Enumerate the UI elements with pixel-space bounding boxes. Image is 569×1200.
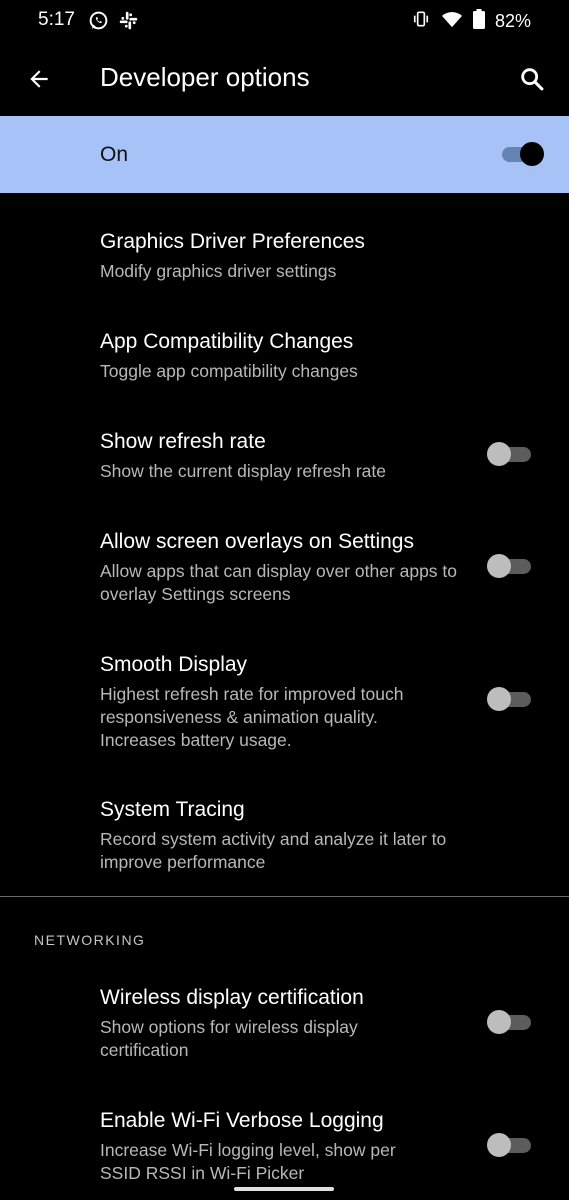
item-subtitle: Increase Wi-Fi logging level, show per S… [100,1140,396,1183]
section-divider [0,896,569,897]
slack-icon [118,10,139,36]
page-title: Developer options [100,62,310,92]
item-title: Allow screen overlays on Settings [100,530,414,553]
item-title: Wireless display certification [100,986,364,1009]
section-header-networking: NETWORKING [34,932,146,948]
item-subtitle: Show the current display refresh rate [100,461,386,481]
app-bar: Developer options [0,42,569,116]
search-icon [521,68,544,91]
back-button[interactable] [22,62,56,96]
setting-graphics-driver-preferences[interactable]: Graphics Driver Preferences Modify graph… [0,230,569,290]
status-bar: 5:17 82% [0,0,569,42]
setting-wifi-verbose-logging[interactable]: Enable Wi-Fi Verbose Logging Increase Wi… [0,1109,569,1189]
system-icons: 82% [411,9,531,34]
item-subtitle: Show options for wireless display certif… [100,1017,358,1060]
allow-screen-overlays-toggle[interactable] [487,552,533,580]
item-title: Smooth Display [100,653,248,676]
item-subtitle: Toggle app compatibility changes [100,361,358,381]
item-subtitle: Highest refresh rate for improved touch … [100,684,404,750]
setting-wireless-display-certification[interactable]: Wireless display certification Show opti… [0,986,569,1066]
setting-show-refresh-rate[interactable]: Show refresh rate Show the current displ… [0,430,569,490]
item-subtitle: Allow apps that can display over other a… [100,561,458,604]
master-toggle[interactable] [498,140,544,168]
item-subtitle: Record system activity and analyze it la… [100,829,447,872]
whatsapp-icon [88,10,109,36]
master-switch-label: On [100,143,129,166]
item-title: Enable Wi-Fi Verbose Logging [100,1109,384,1132]
show-refresh-rate-toggle[interactable] [487,440,533,468]
setting-app-compatibility-changes[interactable]: App Compatibility Changes Toggle app com… [0,330,569,390]
item-title: System Tracing [100,798,245,821]
item-title: App Compatibility Changes [100,330,354,353]
item-title: Graphics Driver Preferences [100,230,365,253]
setting-smooth-display[interactable]: Smooth Display Highest refresh rate for … [0,653,569,753]
search-button[interactable] [515,62,549,96]
vibrate-icon [411,9,431,34]
master-switch-bar[interactable]: On [0,116,569,193]
notification-icons [88,10,139,36]
wifi-verbose-logging-toggle[interactable] [487,1131,533,1159]
setting-system-tracing[interactable]: System Tracing Record system activity an… [0,798,569,878]
item-subtitle: Modify graphics driver settings [100,261,337,281]
smooth-display-toggle[interactable] [487,685,533,713]
item-title: Show refresh rate [100,430,266,453]
wifi-icon [441,9,463,34]
status-time: 5:17 [38,9,75,30]
battery-icon [472,9,485,34]
back-arrow-icon [30,70,48,88]
battery-percent: 82% [494,11,531,31]
wireless-display-certification-toggle[interactable] [487,1008,533,1036]
gesture-nav-handle[interactable] [234,1187,334,1191]
setting-allow-screen-overlays[interactable]: Allow screen overlays on Settings Allow … [0,530,569,610]
